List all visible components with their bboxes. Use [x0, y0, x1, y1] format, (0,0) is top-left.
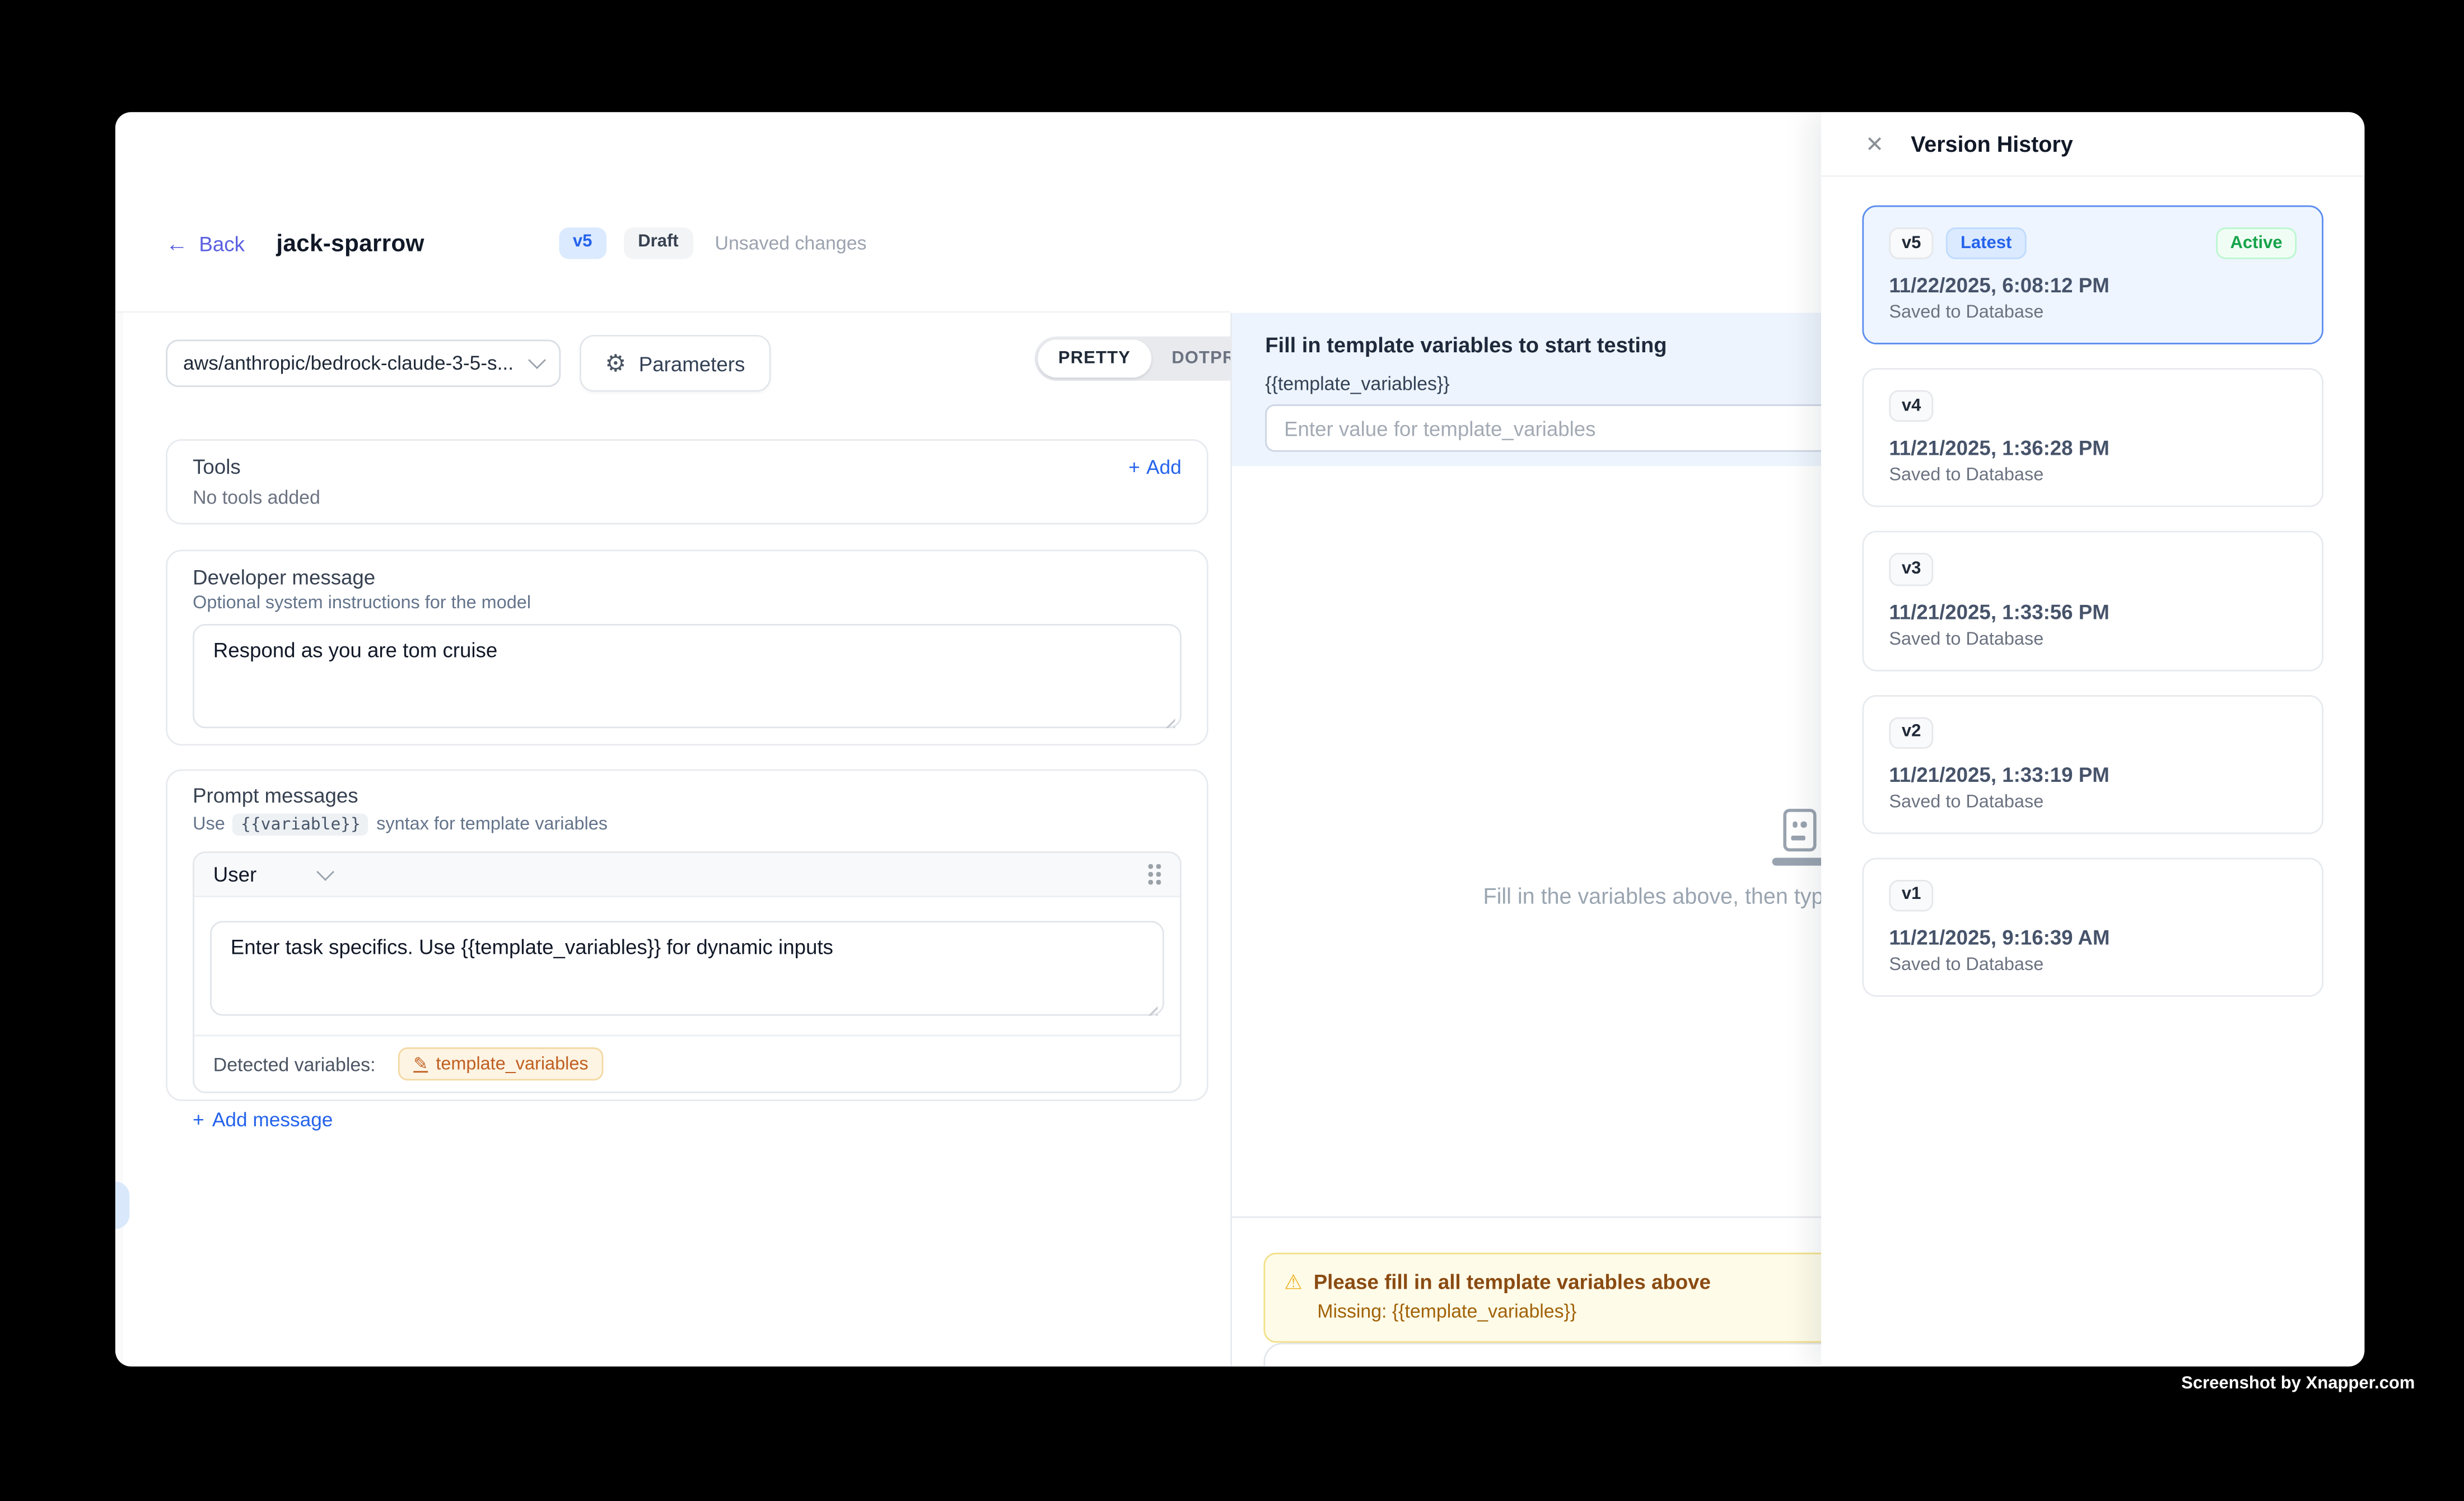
- version-number-badge: v3: [1889, 553, 1934, 585]
- developer-message-title: Developer message: [193, 566, 1182, 589]
- back-button[interactable]: ← Back: [166, 231, 245, 255]
- template-variable-label: {{template_variables}}: [1265, 373, 1821, 395]
- prompt-messages-card: Prompt messages Use {{variable}} syntax …: [166, 770, 1208, 1101]
- banner-title: Fill in template variables to start test…: [1265, 333, 1821, 357]
- watermark-text: Screenshot by Xnapper.com: [2181, 1374, 2415, 1393]
- version-status: Saved to Database: [1889, 793, 2297, 812]
- version-number-badge: v1: [1889, 879, 1934, 911]
- add-message-button[interactable]: + Add message: [193, 1109, 1182, 1131]
- version-history-panel: ✕ Version History v5 Latest Active 11/22…: [1821, 112, 2364, 1366]
- page-title: jack-sparrow: [276, 230, 424, 257]
- prompt-syntax-hint: Use {{variable}} syntax for template var…: [193, 814, 1182, 836]
- version-list: v5 Latest Active 11/22/2025, 6:08:12 PM …: [1862, 206, 2323, 997]
- version-card-v2[interactable]: v2 11/21/2025, 1:33:19 PM Saved to Datab…: [1862, 694, 2323, 834]
- test-panel-divider: [1230, 1216, 1821, 1218]
- warning-missing-text: Missing: {{template_variables}}: [1317, 1300, 1821, 1322]
- version-card-v4[interactable]: v4 11/21/2025, 1:36:28 PM Saved to Datab…: [1862, 369, 2323, 508]
- version-status: Saved to Database: [1889, 955, 2297, 975]
- template-variables-banner: Fill in template variables to start test…: [1230, 313, 1821, 466]
- robot-icon: [1772, 809, 1821, 865]
- version-number-badge: v2: [1889, 716, 1934, 748]
- chevron-down-icon[interactable]: [317, 863, 335, 880]
- version-status: Saved to Database: [1889, 304, 2297, 323]
- warning-icon: ⚠: [1284, 1272, 1303, 1293]
- draft-badge: Draft: [624, 228, 693, 258]
- message-body: Enter task specifics. Use {{template_var…: [194, 897, 1180, 1034]
- panel-divider: [1230, 313, 1232, 1366]
- toggle-pretty[interactable]: PRETTY: [1038, 339, 1151, 377]
- unsaved-changes-label: Unsaved changes: [715, 232, 867, 254]
- empty-state-text: Fill in the variables above, then typ: [1483, 883, 1821, 908]
- tools-card: Tools + Add No tools added: [166, 439, 1208, 524]
- latest-badge: Latest: [1947, 227, 2026, 259]
- version-history-header: ✕ Version History: [1821, 112, 2364, 177]
- warning-banner: ⚠ Please fill in all template variables …: [1263, 1253, 1821, 1343]
- app-window: ← Back jack-sparrow v5 Draft Unsaved cha…: [115, 112, 2364, 1366]
- docked-indicator: [115, 1182, 129, 1229]
- pencil-icon: ✎: [413, 1054, 428, 1074]
- message-header: User: [194, 853, 1180, 897]
- detected-variables-label: Detected variables:: [213, 1053, 376, 1075]
- back-label: Back: [199, 231, 245, 255]
- detected-variables-row: Detected variables: ✎ template_variables: [194, 1034, 1180, 1092]
- template-variable-chip[interactable]: ✎ template_variables: [398, 1047, 604, 1080]
- developer-message-textarea[interactable]: Respond as you are tom cruise: [193, 624, 1182, 728]
- template-variable-name: template_variables: [436, 1055, 588, 1074]
- model-select[interactable]: aws/anthropic/bedrock-claude-3-5-s...: [166, 339, 561, 387]
- message-textarea[interactable]: Enter task specifics. Use {{template_var…: [210, 921, 1164, 1015]
- add-tool-button[interactable]: + Add: [1128, 456, 1182, 478]
- chevron-down-icon: [528, 351, 546, 369]
- version-date: 11/21/2025, 1:33:56 PM: [1889, 600, 2297, 623]
- tools-title: Tools: [193, 455, 241, 478]
- close-icon[interactable]: ✕: [1865, 133, 1884, 155]
- drag-handle-icon[interactable]: [1149, 864, 1161, 885]
- version-number-badge: v4: [1889, 390, 1934, 422]
- chat-input[interactable]: [1263, 1342, 1821, 1366]
- warning-title: Please fill in all template variables ab…: [1314, 1270, 1711, 1294]
- version-date: 11/22/2025, 6:08:12 PM: [1889, 273, 2297, 297]
- variable-syntax-chip: {{variable}}: [233, 814, 368, 836]
- active-badge: Active: [2216, 227, 2297, 259]
- version-badge: v5: [558, 228, 606, 258]
- add-message-label: Add message: [212, 1109, 333, 1131]
- version-history-title: Version History: [1911, 131, 2073, 156]
- message-textarea-wrap: Enter task specifics. Use {{template_var…: [210, 921, 1164, 1023]
- message-block: User Enter task specifics. Use {{templat…: [193, 851, 1182, 1093]
- parameters-button[interactable]: ⚙ Parameters: [580, 335, 770, 392]
- header-badges: v5 Draft: [558, 228, 693, 258]
- tools-empty-text: No tools added: [193, 487, 1182, 509]
- version-date: 11/21/2025, 1:36:28 PM: [1889, 437, 2297, 460]
- developer-message-textarea-wrap: Respond as you are tom cruise: [193, 624, 1182, 736]
- prompt-messages-title: Prompt messages: [193, 784, 1182, 807]
- test-panel: Fill in template variables to start test…: [1230, 175, 1821, 1367]
- version-date: 11/21/2025, 9:16:39 AM: [1889, 926, 2297, 949]
- version-status: Saved to Database: [1889, 630, 2297, 649]
- plus-icon: +: [193, 1109, 204, 1131]
- version-status: Saved to Database: [1889, 467, 2297, 486]
- developer-message-subtitle: Optional system instructions for the mod…: [193, 594, 1182, 613]
- version-card-v5[interactable]: v5 Latest Active 11/22/2025, 6:08:12 PM …: [1862, 206, 2323, 345]
- add-tool-label: Add: [1146, 456, 1182, 478]
- template-variable-input[interactable]: [1265, 404, 1821, 452]
- version-number-badge: v5: [1889, 227, 1934, 259]
- gear-icon: ⚙: [605, 352, 626, 375]
- version-date: 11/21/2025, 1:33:19 PM: [1889, 763, 2297, 786]
- developer-message-card: Developer message Optional system instru…: [166, 550, 1208, 746]
- parameters-label: Parameters: [639, 352, 745, 375]
- back-arrow-icon: ←: [166, 232, 188, 254]
- syntax-prefix: Use: [193, 815, 225, 834]
- version-card-v1[interactable]: v1 11/21/2025, 9:16:39 AM Saved to Datab…: [1862, 857, 2323, 997]
- model-toolbar: aws/anthropic/bedrock-claude-3-5-s... ⚙ …: [166, 335, 770, 392]
- role-select[interactable]: User: [213, 863, 256, 886]
- model-select-value: aws/anthropic/bedrock-claude-3-5-s...: [183, 352, 521, 374]
- version-card-v3[interactable]: v3 11/21/2025, 1:33:56 PM Saved to Datab…: [1862, 532, 2323, 671]
- plus-icon: +: [1128, 456, 1140, 478]
- syntax-suffix: syntax for template variables: [376, 815, 608, 834]
